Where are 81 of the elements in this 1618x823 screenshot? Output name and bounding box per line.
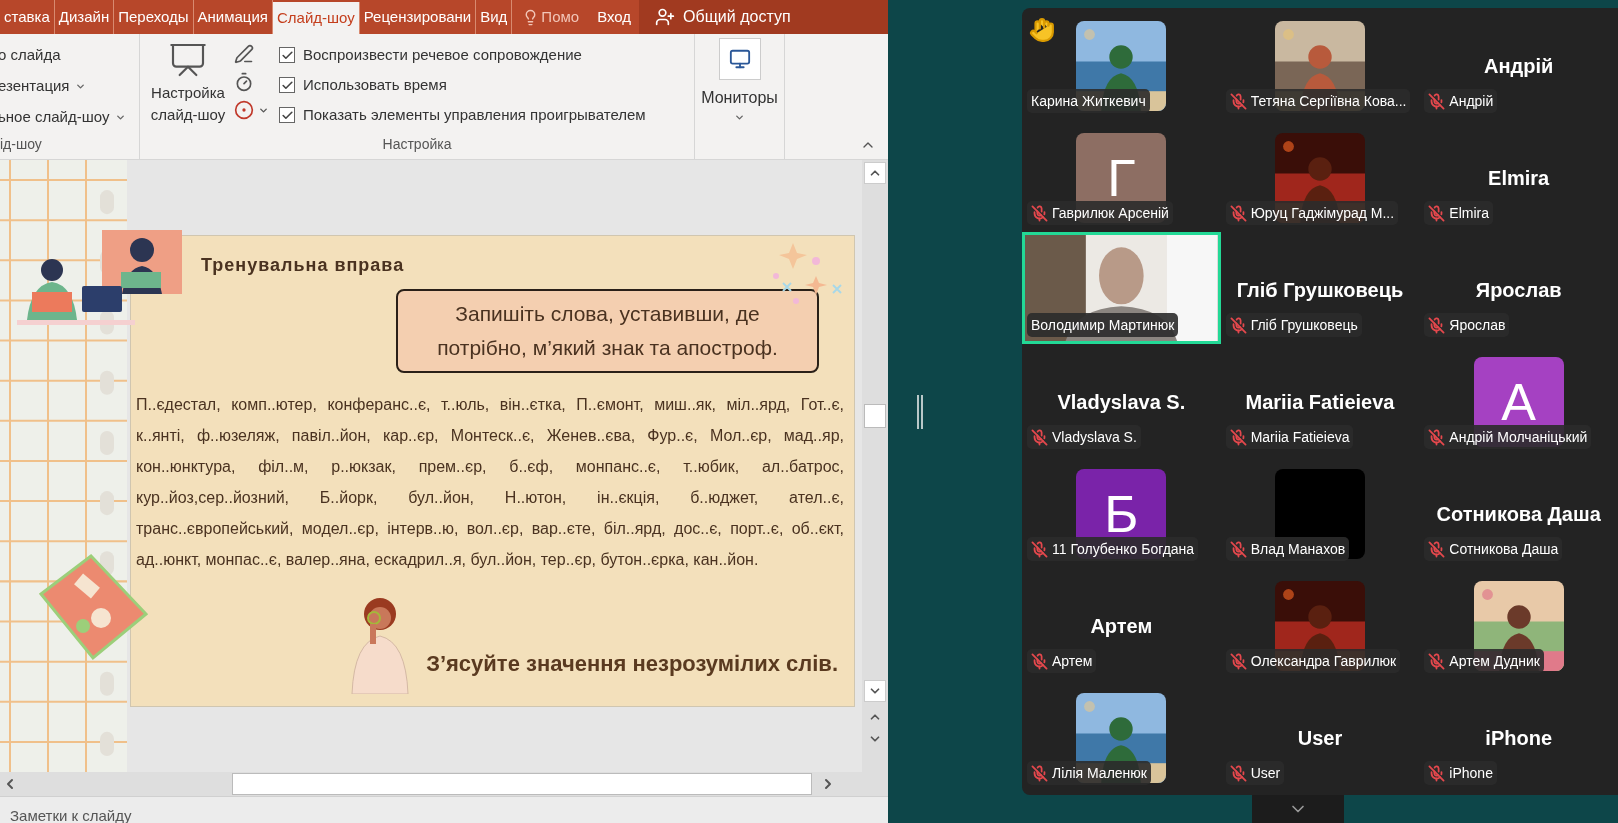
participant-name-label: Сотникова Даша [1424, 537, 1563, 561]
participant-name-label: User [1225, 761, 1285, 785]
slide-title: Тренувальна вправа [201, 255, 405, 275]
splitter-handle[interactable] [916, 394, 924, 429]
participant-name-label: Ярослав [1424, 313, 1510, 337]
scroll-thumb[interactable] [864, 404, 886, 428]
muted-microphone-icon [1229, 540, 1247, 558]
monitor-icon [728, 48, 751, 70]
pen-line-icon[interactable] [234, 44, 254, 64]
participant-name-label: Влад Манахов [1225, 537, 1350, 561]
participant-name-label: Олександра Гаврилюк [1225, 649, 1401, 673]
group-label: ід-шоу [0, 135, 43, 154]
participant-display-name: User [1297, 726, 1343, 751]
muted-microphone-icon [1428, 764, 1446, 782]
sign-in-link[interactable]: Вход [589, 0, 640, 34]
participant-display-name: Mariia Fatieieva [1245, 390, 1395, 415]
participant-name-label: Артем [1027, 649, 1097, 673]
muted-microphone-icon [1229, 316, 1247, 334]
ribbon-tab[interactable]: Слайд-шоу [272, 2, 360, 34]
muted-microphone-icon [1428, 316, 1446, 334]
muted-microphone-icon [1229, 92, 1247, 110]
muted-microphone-icon [1229, 204, 1247, 222]
participant-name-label: iPhone [1424, 761, 1497, 785]
caret-icon [115, 112, 127, 123]
participant-display-name: Vladyslava S. [1057, 390, 1186, 415]
muted-microphone-icon [1428, 428, 1446, 446]
slide-footer-text: З’ясуйте значення незрозумілих слів. [426, 650, 838, 678]
record-timer-icon[interactable] [234, 100, 254, 120]
participant-name-label: Андрій [1424, 89, 1498, 113]
participant-display-name: Андрій [1484, 54, 1554, 79]
tell-me-search[interactable]: Помо [541, 5, 580, 29]
participant-display-name: Elmira [1488, 166, 1550, 191]
participant-name-label: Тетяна Сергіївна Кова... [1225, 89, 1411, 113]
muted-microphone-icon [1428, 204, 1446, 222]
muted-microphone-icon [1031, 652, 1048, 670]
participant-display-name: Артем [1090, 614, 1153, 639]
participant-name-label: 11 Голубенко Богдана [1027, 537, 1199, 561]
group-label: Настройка [382, 135, 452, 154]
participant-name-label: Elmira [1424, 201, 1493, 225]
checkbox-label: Показать элементы управления проигрывателем [303, 104, 646, 125]
monitors-button[interactable]: Мониторы [701, 38, 778, 123]
participant-display-name: Гліб Грушковець [1236, 278, 1404, 303]
participant-display-name: Ярослав [1475, 278, 1562, 303]
participant-name-label: Володимир Мартинюк [1027, 313, 1179, 337]
checkbox-label: Использовать время [303, 74, 447, 95]
participant-display-name: Сотникова Даша [1436, 502, 1601, 527]
muted-microphone-icon [1229, 652, 1247, 670]
caret-icon [75, 81, 87, 92]
horizontal-scrollbar[interactable] [0, 772, 888, 796]
participant-name-label: Гліб Грушковець [1225, 313, 1362, 337]
setup-slideshow-button[interactable]: Настройка слайд-шоу [146, 40, 230, 130]
checkbox[interactable] [279, 47, 295, 63]
participant-name-label: Vladyslava S. [1027, 425, 1141, 449]
participant-name-label: Артем Дудник [1424, 649, 1544, 673]
participant-name-label: Андрій Молчаніцький [1424, 425, 1592, 449]
checkbox[interactable] [279, 107, 295, 123]
muted-microphone-icon [1031, 764, 1048, 782]
participant-name-label: Лілія Маленюк [1027, 761, 1151, 785]
checkbox[interactable] [279, 77, 295, 93]
timer-icon[interactable] [234, 72, 254, 92]
share-button[interactable]: Общий доступ [639, 0, 888, 34]
muted-microphone-icon [1428, 652, 1446, 670]
scroll-thumb[interactable] [232, 773, 812, 795]
words-paragraph: П..єдестал, комп..ютер, конферанс..є, т..юль, він..єтка, П..ємонт, миш..як, міл..ярд, Гот..є, к..янті, ф..юзеляж, павіл..йон, кар..єр, Монтеск..є, Женев..єва, Фур..є, Мол..єр, мад..яр, кон..юнктура, філ..м, р..юкзак, прем..єр, б..єф, монпанс..є, т..юбик, ал..батрос, кур..йоз,сер..йозний, Б..йорк, бул..йон, Н..ютон, ін..єкція, б..юджет, ател..є, транс..європейський, модел..єр, інтерв..ю, вол..єр, вар..єте, біл..ярд, дос..є, порт..є, об..єкт, ад..юнкт, монпас..є, валер..яна, ескадрил..я, бул..йон, тер..єр, бутон..єрка, кан..йон. [135, 395, 845, 570]
task-box: Запишіть слова, уставивши, де потрібно, м’який знак та апостроф. [396, 289, 819, 373]
muted-microphone-icon [1031, 204, 1048, 222]
muted-microphone-icon [1428, 92, 1446, 110]
participant-name-label: Гаврилюк Арсеній [1027, 201, 1173, 225]
caret-icon [734, 112, 745, 123]
checkbox-label: Воспроизвести речевое сопровождение [303, 44, 582, 65]
vertical-scrollbar[interactable] [862, 160, 888, 772]
muted-microphone-icon [1031, 428, 1048, 446]
add-person-icon [655, 7, 676, 27]
participant-name-label: Mariia Fatieieva [1225, 425, 1354, 449]
muted-microphone-icon [1229, 428, 1247, 446]
participant-name-label: Карина Житкевич [1027, 89, 1150, 113]
participant-display-name: iPhone [1485, 726, 1552, 751]
muted-microphone-icon [1428, 540, 1446, 558]
muted-microphone-icon [1229, 764, 1247, 782]
muted-microphone-icon [1031, 540, 1048, 558]
participant-name-label: Юруц Гаджімурад М... [1225, 201, 1399, 225]
